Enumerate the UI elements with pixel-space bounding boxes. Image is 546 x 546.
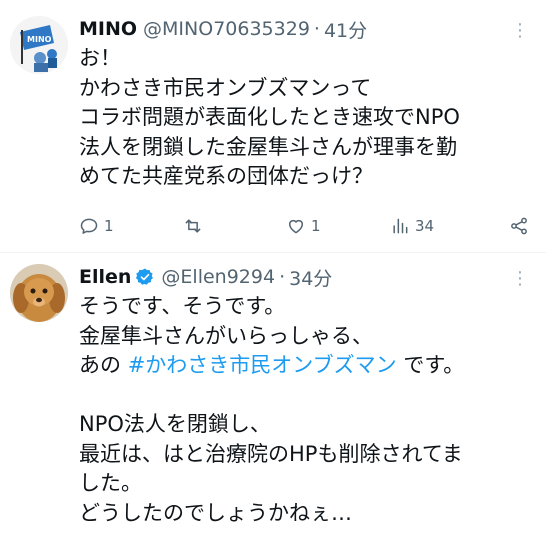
tweet-line: どうしたのでしょうかねぇ… xyxy=(79,500,352,525)
display-name[interactable]: Ellen xyxy=(79,266,131,288)
tweet-line: お！ xyxy=(79,46,121,70)
like-count: 1 xyxy=(311,217,321,235)
user-handle[interactable]: @MINO70635329 xyxy=(143,18,310,40)
verified-badge-icon xyxy=(136,268,154,285)
reply-button[interactable]: 1 xyxy=(79,216,114,236)
separator: · xyxy=(279,266,286,288)
mino-avatar-text: MINO xyxy=(27,35,52,44)
tweet-mino[interactable]: MINO MINO @MINO70635329 · 41分 ⋮ お！ かわさき市… xyxy=(0,0,546,252)
tweet-line: した。 xyxy=(79,471,142,495)
line-prefix: あの xyxy=(79,353,128,377)
like-icon xyxy=(289,219,303,234)
user-handle[interactable]: @Ellen9294 xyxy=(161,266,275,288)
share-icon xyxy=(511,217,527,235)
retweet-icon xyxy=(185,219,201,233)
views-count: 34 xyxy=(415,217,435,235)
reply-count: 1 xyxy=(104,217,114,235)
tweet-header: MINO @MINO70635329 · 41分 ⋮ xyxy=(79,14,530,44)
like-button[interactable]: 1 xyxy=(286,216,321,236)
views-button[interactable]: 34 xyxy=(390,216,434,236)
tweet-actions: 1 1 34 xyxy=(79,216,530,240)
tweet-line: めてた共産党系の団体だっけ？ xyxy=(79,164,373,188)
hashtag-link[interactable]: #かわさき市民オンブズマン xyxy=(128,353,397,377)
tweet-content: MINO @MINO70635329 · 41分 ⋮ お！ かわさき市民オンブズ… xyxy=(79,14,530,192)
tweet-line: あの #かわさき市民オンブズマン です。 xyxy=(79,351,530,381)
ellen-avatar[interactable] xyxy=(10,264,68,322)
tweet-line: 法人を閉鎖した金屋隼斗さんが理事を勤 xyxy=(79,134,457,159)
more-options-icon[interactable]: ⋮ xyxy=(511,20,530,41)
mino-avatar-image: MINO xyxy=(10,16,68,74)
tweet-ellen[interactable]: Ellen @Ellen9294 · 34分 ⋮ そうです、そうです。 金屋隼斗… xyxy=(0,252,546,546)
tweet-text: お！ かわさき市民オンブズマンって コラボ問題が表面化したとき速攻でNPO 法人… xyxy=(79,44,530,192)
tweet-line: かわさき市民オンブズマンって xyxy=(79,75,372,100)
reply-icon xyxy=(80,218,98,234)
tweet-text: そうです、そうです。 金屋隼斗さんがいらっしゃる、 あの #かわさき市民オンブズ… xyxy=(79,292,530,528)
ellen-avatar-image xyxy=(10,264,68,322)
tweet-content: Ellen @Ellen9294 · 34分 ⋮ そうです、そうです。 金屋隼斗… xyxy=(79,262,530,528)
line-suffix: です。 xyxy=(396,353,465,377)
tweet-line: 最近は、はと治療院のHPも削除されてま xyxy=(79,441,463,466)
views-icon xyxy=(393,218,408,234)
tweet-line: コラボ問題が表面化したとき速攻でNPO xyxy=(79,105,460,129)
more-options-icon[interactable]: ⋮ xyxy=(511,268,530,289)
display-name[interactable]: MINO xyxy=(79,18,137,40)
separator: · xyxy=(313,18,320,40)
tweet-header: Ellen @Ellen9294 · 34分 ⋮ xyxy=(79,262,530,292)
timestamp[interactable]: 34分 xyxy=(289,264,332,291)
tweet-line: 金屋隼斗さんがいらっしゃる、 xyxy=(79,323,373,348)
mino-avatar[interactable]: MINO xyxy=(10,16,68,74)
tweet-line: NPO法人を閉鎖し、 xyxy=(79,412,271,436)
tweet-line: そうです、そうです。 xyxy=(79,294,286,318)
retweet-button[interactable] xyxy=(183,216,203,236)
share-button[interactable] xyxy=(509,216,529,236)
timestamp[interactable]: 41分 xyxy=(324,16,367,43)
